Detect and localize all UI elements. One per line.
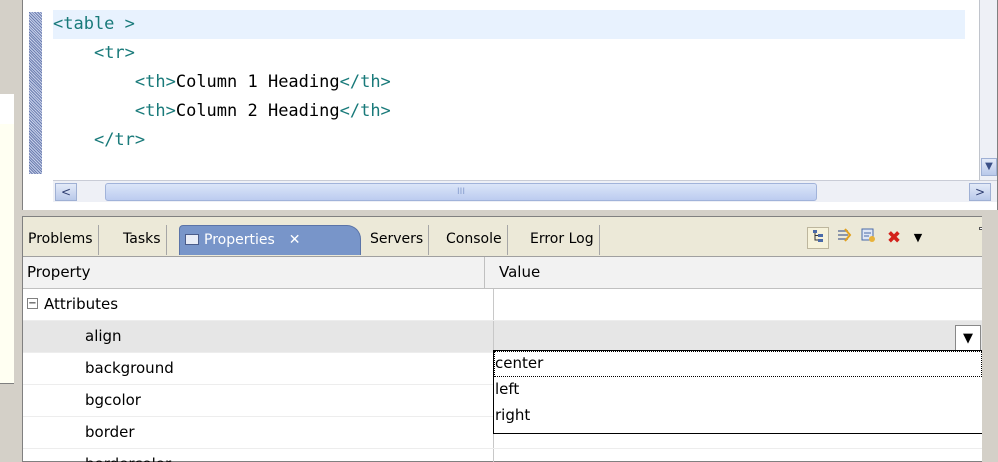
tag-content: Column 2 Heading bbox=[175, 101, 340, 121]
left-panel-body bbox=[0, 94, 14, 384]
code-area[interactable]: <table > <tr> <th>Column 1 Heading</th> … bbox=[53, 10, 965, 180]
show-categories-icon[interactable] bbox=[807, 227, 829, 249]
view-tab-bar: Problems Tasks Properties ✕ Servers Conso… bbox=[23, 217, 997, 257]
column-header-value[interactable]: Value bbox=[493, 257, 989, 288]
tab-properties[interactable]: Properties ✕ bbox=[179, 225, 361, 255]
code-line[interactable]: <tr> bbox=[53, 39, 965, 68]
group-label: − Attributes bbox=[27, 289, 489, 320]
html-tag: <th> bbox=[134, 72, 176, 92]
property-name: background bbox=[85, 359, 174, 377]
tab-label: Servers bbox=[370, 231, 424, 247]
source-editor[interactable]: <table > <tr> <th>Column 1 Heading</th> … bbox=[22, 0, 998, 210]
tag-content: Column 1 Heading bbox=[175, 72, 340, 92]
property-name: align bbox=[85, 327, 122, 345]
horizontal-scrollbar[interactable]: < III > bbox=[53, 180, 997, 202]
property-value[interactable] bbox=[493, 321, 989, 352]
table-header: Property Value bbox=[23, 257, 989, 289]
right-window-edge bbox=[982, 216, 998, 462]
dropdown-option-center[interactable]: center bbox=[494, 351, 982, 377]
remove-icon[interactable]: ✖ bbox=[883, 227, 905, 249]
collapse-icon[interactable]: − bbox=[27, 298, 38, 309]
tab-problems[interactable]: Problems bbox=[23, 225, 99, 255]
show-advanced-icon[interactable] bbox=[833, 227, 855, 249]
code-line[interactable]: <table > bbox=[53, 10, 965, 39]
editor-gutter bbox=[23, 0, 45, 180]
group-value-cell bbox=[493, 289, 989, 320]
dropdown-arrow-icon[interactable]: ▼ bbox=[955, 325, 981, 353]
view-toolbar: ✖ ▼ bbox=[795, 223, 995, 253]
tab-console[interactable]: Console bbox=[441, 225, 508, 255]
property-name: bordercolor bbox=[27, 449, 489, 462]
vertical-scrollbar[interactable]: ▼ bbox=[979, 0, 997, 180]
properties-view: Problems Tasks Properties ✕ Servers Conso… bbox=[22, 216, 998, 462]
scroll-down-arrow-icon[interactable]: ▼ bbox=[981, 158, 997, 176]
code-line[interactable]: <th>Column 2 Heading</th> bbox=[53, 97, 965, 126]
scroll-right-arrow-icon[interactable]: > bbox=[969, 183, 991, 201]
html-tag: <tr> bbox=[93, 43, 135, 63]
tab-error-log[interactable]: Error Log bbox=[525, 225, 600, 255]
group-name: Attributes bbox=[44, 295, 119, 313]
left-panel-edge bbox=[0, 0, 18, 462]
tab-servers[interactable]: Servers bbox=[365, 225, 430, 255]
property-name: bgcolor bbox=[85, 391, 141, 409]
left-panel-header bbox=[0, 94, 14, 124]
column-header-property[interactable]: Property bbox=[23, 257, 485, 288]
html-close-tag: </th> bbox=[339, 101, 391, 121]
align-dropdown-list[interactable]: center left right bbox=[493, 350, 983, 434]
dropdown-option-left[interactable]: left bbox=[494, 377, 982, 403]
horizontal-scroll-thumb[interactable]: III bbox=[105, 183, 817, 201]
html-tag: </tr> bbox=[93, 130, 146, 150]
tab-label: Properties bbox=[204, 232, 275, 248]
property-value[interactable] bbox=[493, 449, 989, 462]
table-row[interactable]: bordercolor bbox=[23, 449, 989, 462]
scroll-left-arrow-icon[interactable]: < bbox=[55, 183, 77, 201]
properties-icon bbox=[185, 233, 199, 245]
tab-label: Tasks bbox=[123, 231, 161, 247]
tab-label: Error Log bbox=[530, 231, 594, 247]
restore-default-icon[interactable] bbox=[857, 227, 879, 249]
dropdown-option-right[interactable]: right bbox=[494, 403, 982, 429]
code-line[interactable]: </tr> bbox=[53, 126, 965, 155]
tab-label: Console bbox=[446, 231, 502, 247]
html-tag: <th> bbox=[134, 101, 176, 121]
property-name: border bbox=[85, 423, 135, 441]
table-row[interactable]: align bbox=[23, 321, 989, 353]
html-tag: <table > bbox=[53, 14, 135, 34]
range-indicator bbox=[29, 12, 42, 174]
code-line[interactable]: <th>Column 1 Heading</th> bbox=[53, 68, 965, 97]
group-row-attributes[interactable]: − Attributes bbox=[23, 289, 989, 321]
view-menu-icon[interactable]: ▼ bbox=[907, 227, 929, 249]
tab-label: Problems bbox=[28, 231, 93, 247]
html-close-tag: </th> bbox=[339, 72, 391, 92]
tab-tasks[interactable]: Tasks bbox=[118, 225, 167, 255]
close-tab-icon[interactable]: ✕ bbox=[289, 232, 301, 248]
